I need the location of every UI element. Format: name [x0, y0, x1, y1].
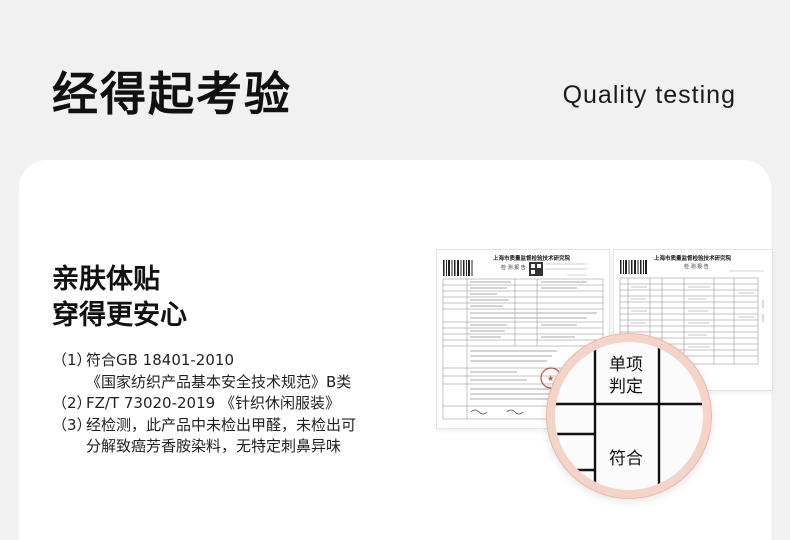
report-title: 检 测 报 告 — [684, 263, 709, 270]
judgement-label: 单项 判定 — [609, 354, 643, 398]
spec-number: （1） — [52, 351, 92, 369]
spec-text: FZ/T 73020-2019 《针织休闲服装》 — [86, 394, 340, 412]
spec-text: 分解致癌芳香胺染料，无特定刺鼻异味 — [86, 437, 342, 455]
judgement-label-line-2: 判定 — [609, 377, 643, 397]
judgement-result: 符合 — [609, 449, 643, 469]
barcode-icon — [443, 260, 473, 276]
barcode-icon — [620, 260, 647, 274]
headline-line-1: 亲肤体贴 — [52, 264, 160, 295]
report-org: 上海市质量监督检验技术研究院 — [493, 254, 571, 262]
spec-text: 符合GB 18401-2010 — [86, 351, 234, 369]
qr-code-icon — [529, 262, 543, 276]
page-subtitle-en: Quality testing — [562, 81, 736, 109]
spec-item: （1） 符合GB 18401-2010 《国家纺织产品基本安全技术规范》B类 — [52, 350, 392, 393]
magnifier-detail: 单项 判定 符合 — [547, 334, 711, 498]
judgement-label-line-1: 单项 — [609, 355, 643, 375]
headline: 亲肤体贴 穿得更安心 — [52, 262, 187, 334]
signature-icon — [470, 409, 488, 415]
spec-item: （3） 经检测，此产品中未检出甲醛，未检出可 分解致癌芳香胺染料，无特定刺鼻异味 — [52, 415, 392, 458]
spec-item: （2） FZ/T 73020-2019 《针织休闲服装》 — [52, 393, 392, 415]
spec-list: （1） 符合GB 18401-2010 《国家纺织产品基本安全技术规范》B类 （… — [52, 350, 392, 458]
spec-text: 《国家纺织产品基本安全技术规范》B类 — [86, 372, 352, 391]
headline-line-2: 穿得更安心 — [52, 300, 187, 331]
spec-number: （3） — [52, 415, 92, 434]
report-title: 检 测 报 告 — [501, 264, 526, 271]
spec-number: （2） — [52, 394, 92, 412]
spec-text: 经检测，此产品中未检出甲醛，未检出可 — [86, 415, 357, 434]
report-org: 上海市质量监督检验技术研究院 — [654, 254, 732, 262]
page-title: 经得起考验 — [52, 67, 292, 121]
